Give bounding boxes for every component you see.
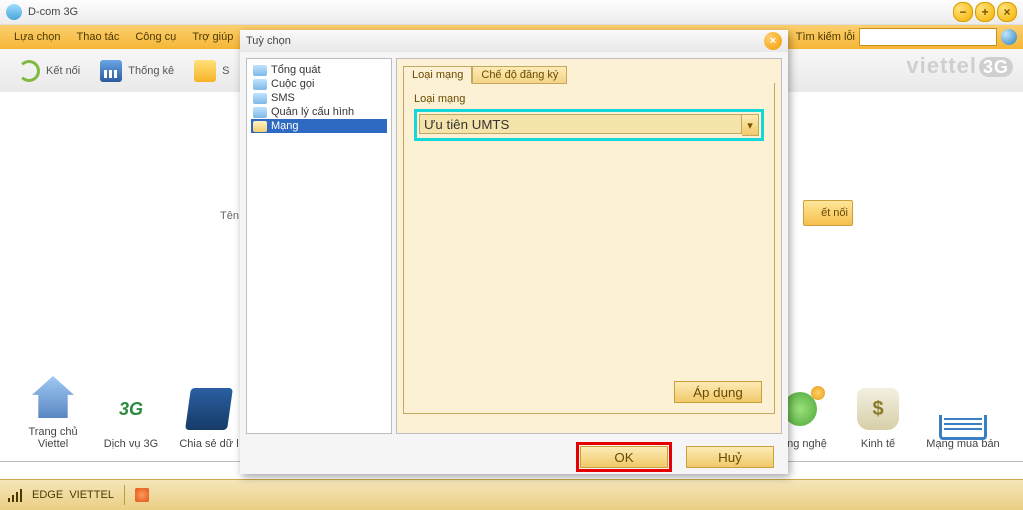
tree-profile[interactable]: Quản lý cấu hình [251, 105, 387, 119]
tab-network-type[interactable]: Loại mạng [403, 66, 472, 84]
folder-icon [253, 65, 267, 76]
cancel-button[interactable]: Huỷ [686, 446, 774, 468]
folder-icon [253, 107, 267, 118]
dialog-title-bar: Tuỳ chọn × [240, 30, 788, 52]
network-type-value[interactable] [419, 114, 742, 134]
options-tree: Tổng quát Cuộc gọi SMS Quản lý cấu hình … [246, 58, 392, 434]
tab-page: Loại mạng ▾ Áp dụng [403, 83, 775, 414]
tree-sms[interactable]: SMS [251, 91, 387, 105]
network-type-highlight: ▾ [414, 109, 764, 141]
app-window: D-com 3G − + × Lựa chọn Thao tác Công cụ… [0, 0, 1023, 510]
dialog-footer: OK Huỷ [240, 440, 788, 474]
ok-button[interactable]: OK [580, 446, 668, 468]
tree-calls[interactable]: Cuộc gọi [251, 77, 387, 91]
folder-icon [253, 93, 267, 104]
dialog-layer: Tuỳ chọn × Tổng quát Cuộc gọi SMS Quản l… [0, 0, 1023, 510]
apply-button[interactable]: Áp dụng [674, 381, 762, 403]
ok-highlight: OK [576, 442, 672, 472]
dialog-title: Tuỳ chọn [246, 35, 291, 47]
tree-general[interactable]: Tổng quát [251, 63, 387, 77]
options-dialog: Tuỳ chọn × Tổng quát Cuộc gọi SMS Quản l… [240, 30, 788, 474]
tree-network[interactable]: Mạng [251, 119, 387, 133]
network-type-label: Loại mạng [414, 93, 764, 105]
chevron-down-icon[interactable]: ▾ [742, 114, 759, 136]
options-pane: Loại mạng Chế độ đăng ký Loại mạng ▾ Áp … [396, 58, 782, 434]
folder-open-icon [253, 121, 267, 132]
dialog-close-button[interactable]: × [764, 32, 782, 50]
folder-icon [253, 79, 267, 90]
tab-register-mode[interactable]: Chế độ đăng ký [472, 66, 567, 84]
network-type-dropdown[interactable]: ▾ [419, 114, 759, 136]
